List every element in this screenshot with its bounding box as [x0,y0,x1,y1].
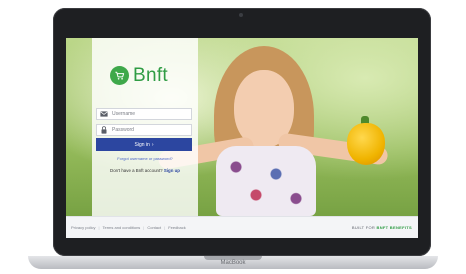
app-screen: Bnft Username Sign in › Forgot username … [66,38,418,238]
page-footer: Privacy policy | Terms and conditions | … [66,216,418,238]
footer-separator: | [164,225,166,230]
cart-icon [110,66,129,85]
photo-pepper [347,123,385,165]
footer-links: Privacy policy | Terms and conditions | … [71,225,186,230]
logo-text: Bnft [133,65,168,86]
footer-credit-brand[interactable]: BNFT BENEFITS [377,225,412,230]
laptop-frame: Bnft Username Sign in › Forgot username … [53,8,431,256]
app-logo: Bnft [110,66,168,85]
sign-up-link[interactable]: Sign up [164,168,180,173]
enroll-prompt: Don't have a Bnft account? [110,168,163,173]
sign-in-button[interactable]: Sign in › [96,138,192,151]
login-panel: Bnft Username Sign in › Forgot username … [92,38,198,216]
sign-in-label: Sign in [134,141,150,148]
enroll-line: Don't have a Bnft account? Sign up [92,168,198,173]
photo-dress [216,146,316,216]
camera-dot [239,13,243,17]
username-input[interactable] [110,109,190,119]
footer-separator: | [143,225,145,230]
username-field[interactable] [96,108,192,120]
footer-link-privacy[interactable]: Privacy policy [71,225,95,230]
chevron-right-icon: › [151,141,154,148]
laptop-model-label: MacBook [220,260,246,266]
lock-icon [98,125,110,135]
password-input[interactable] [110,125,190,135]
footer-link-terms[interactable]: Terms and conditions [103,225,141,230]
laptop-base: MacBook [28,256,438,269]
footer-credit: BUILT FOR BNFT BENEFITS [352,225,412,230]
password-field[interactable] [96,124,192,136]
footer-link-contact[interactable]: Contact [147,225,161,230]
envelope-icon [98,109,110,119]
footer-link-feedback[interactable]: Feedback [168,225,186,230]
footer-credit-prefix: BUILT FOR [351,225,376,230]
forgot-credentials-link[interactable]: Forgot username or password? [92,156,198,161]
footer-separator: | [98,225,100,230]
